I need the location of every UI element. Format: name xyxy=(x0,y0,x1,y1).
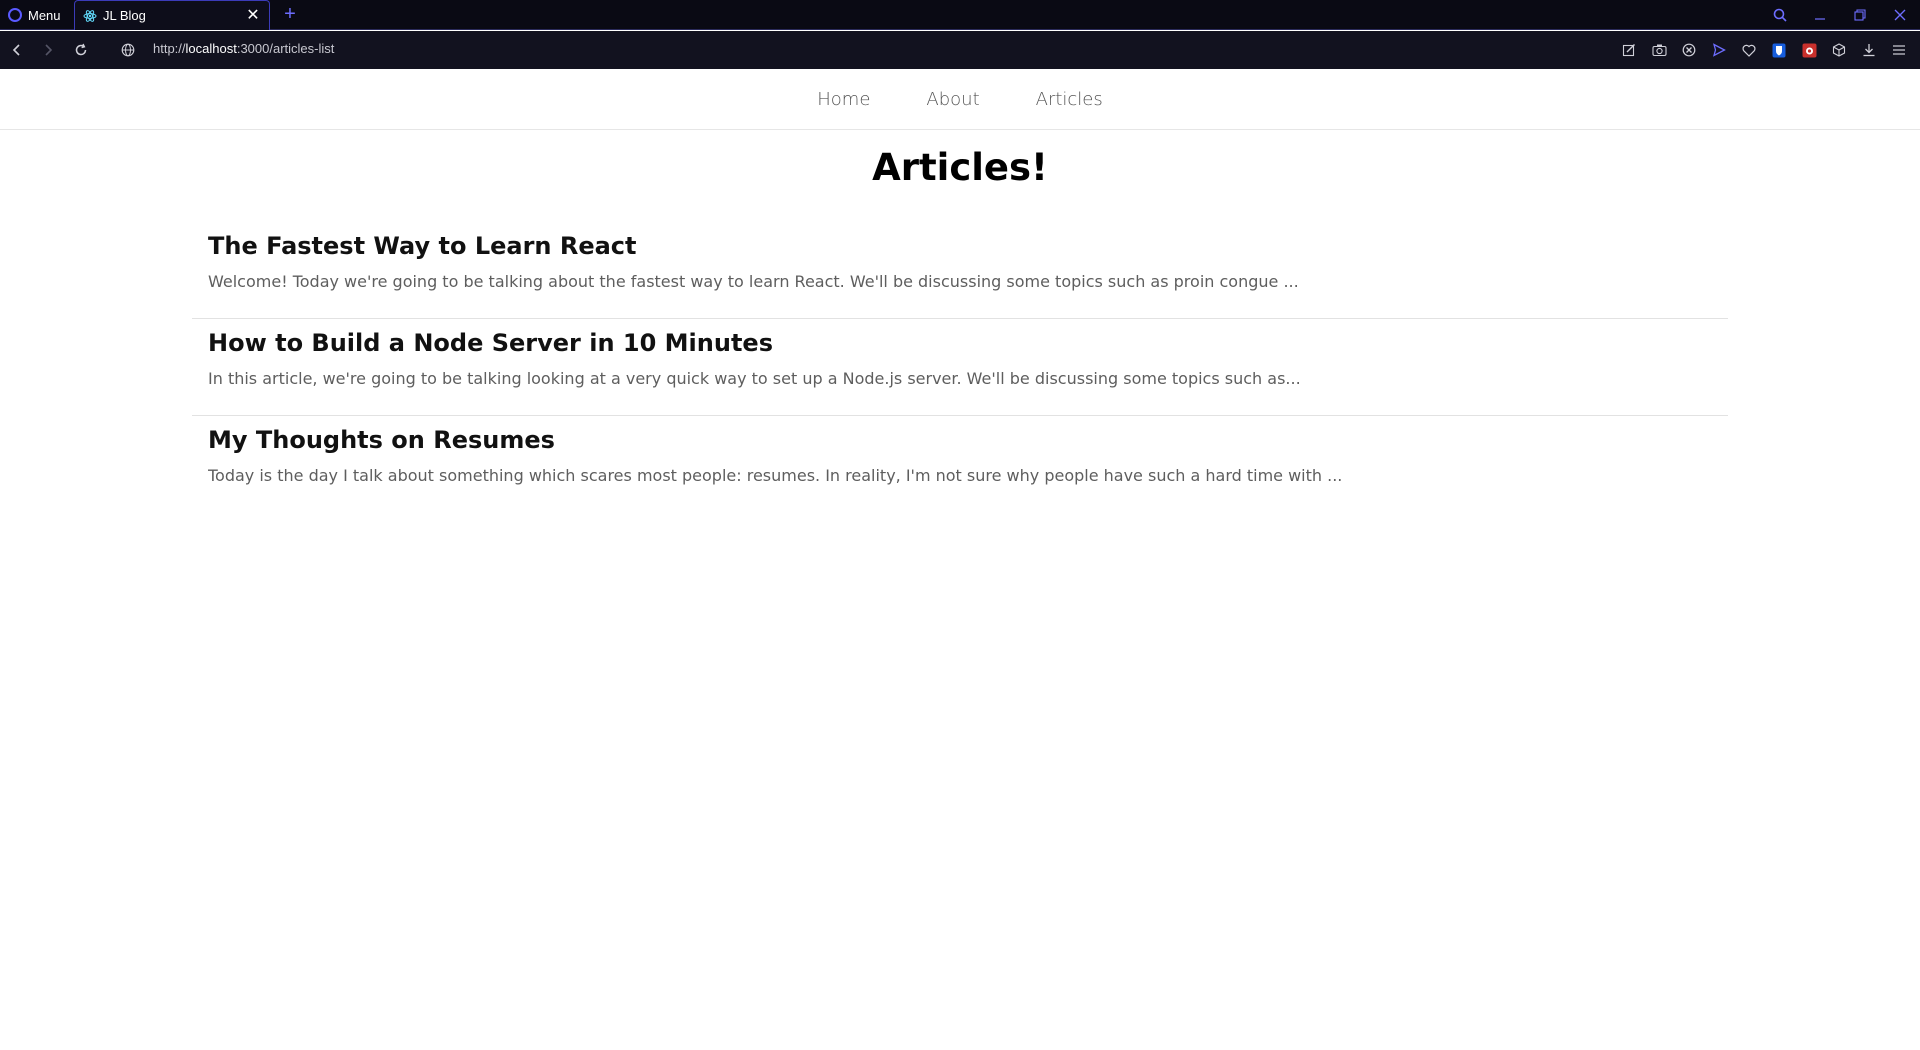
article-title[interactable]: How to Build a Node Server in 10 Minutes xyxy=(208,326,1712,360)
bitwarden-shield-icon[interactable] xyxy=(1768,40,1790,60)
article-excerpt: Welcome! Today we're going to be talking… xyxy=(208,272,1299,291)
url-field[interactable]: http://localhost:3000/articles-list xyxy=(153,41,334,56)
window-controls xyxy=(1760,0,1920,30)
restore-window-icon[interactable] xyxy=(1840,0,1880,30)
search-tabs-icon[interactable] xyxy=(1760,0,1800,30)
url-path: :3000/articles-list xyxy=(236,41,335,56)
article-item[interactable]: My Thoughts on Resumes Today is the day … xyxy=(192,416,1728,513)
download-icon[interactable] xyxy=(1858,40,1880,60)
browser-tab-bar: Menu JL Blog ✕ + xyxy=(0,0,1920,30)
article-item[interactable]: How to Build a Node Server in 10 Minutes… xyxy=(192,319,1728,416)
browser-menu-button[interactable]: Menu xyxy=(8,5,61,25)
bookmark-heart-icon[interactable] xyxy=(1738,40,1760,60)
edit-icon[interactable] xyxy=(1618,40,1640,60)
article-excerpt: Today is the day I talk about something … xyxy=(208,466,1343,485)
ad-blocker-icon[interactable] xyxy=(1678,40,1700,60)
nav-link-articles[interactable]: Articles xyxy=(1036,89,1103,110)
nav-link-about[interactable]: About xyxy=(926,89,979,110)
snapshot-camera-icon[interactable] xyxy=(1648,40,1670,60)
send-flow-icon[interactable] xyxy=(1708,40,1730,60)
opera-logo-icon xyxy=(8,8,22,22)
article-item[interactable]: The Fastest Way to Learn React Welcome! … xyxy=(192,222,1728,319)
minimize-window-icon[interactable] xyxy=(1800,0,1840,30)
article-title[interactable]: The Fastest Way to Learn React xyxy=(208,229,1712,263)
reload-icon[interactable] xyxy=(71,40,91,60)
close-window-icon[interactable] xyxy=(1880,0,1920,30)
browser-tab-title: JL Blog xyxy=(103,8,146,23)
back-arrow-icon[interactable] xyxy=(7,40,27,60)
site-info-globe-icon[interactable] xyxy=(118,40,138,60)
article-excerpt: In this article, we're going to be talki… xyxy=(208,369,1301,388)
url-host: localhost xyxy=(185,41,237,56)
articles-list: The Fastest Way to Learn React Welcome! … xyxy=(192,222,1728,513)
url-scheme: http:// xyxy=(153,41,186,56)
nav-link-home[interactable]: Home xyxy=(817,89,870,110)
react-favicon-icon xyxy=(83,9,97,23)
cube-extension-icon[interactable] xyxy=(1828,40,1850,60)
extensions-toolbar xyxy=(1618,40,1910,60)
browser-tab-active[interactable]: JL Blog ✕ xyxy=(74,0,270,30)
browser-menu-label: Menu xyxy=(28,7,61,23)
red-extension-icon[interactable] xyxy=(1798,40,1820,60)
article-title[interactable]: My Thoughts on Resumes xyxy=(208,423,1712,457)
close-tab-icon[interactable]: ✕ xyxy=(245,7,261,24)
new-tab-plus-icon[interactable]: + xyxy=(280,4,300,24)
site-navigation: Home About Articles xyxy=(0,69,1920,130)
browser-address-bar: http://localhost:3000/articles-list xyxy=(0,31,1920,69)
page-title: Articles! xyxy=(872,146,1048,189)
forward-arrow-icon[interactable] xyxy=(38,40,58,60)
easy-setup-menu-icon[interactable] xyxy=(1888,40,1910,60)
